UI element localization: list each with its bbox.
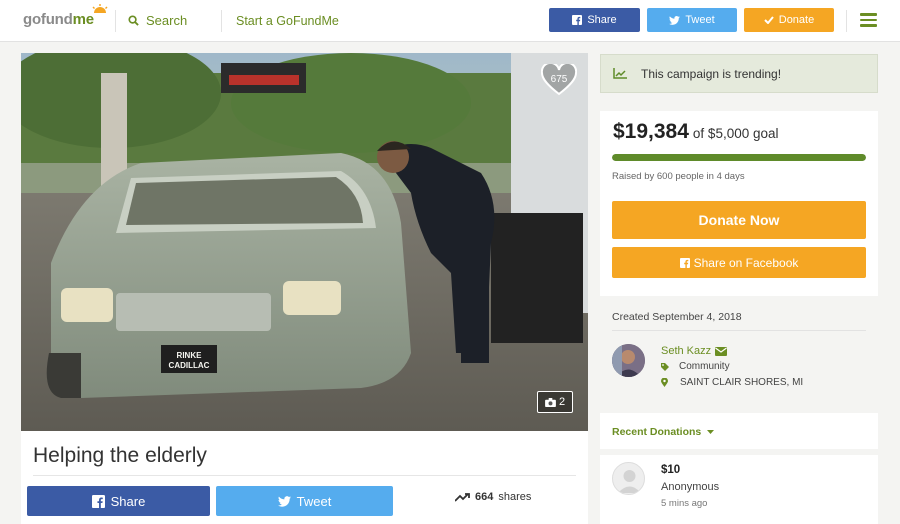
donate-now-button[interactable]: Donate Now [612, 201, 866, 239]
trending-banner: This campaign is trending! [600, 54, 878, 93]
donation-list-item [600, 455, 878, 524]
envelope-icon[interactable] [715, 346, 728, 356]
donor-name: Anonymous [661, 481, 720, 493]
caret-down-icon [707, 430, 715, 434]
divider [612, 330, 866, 331]
heart-count: 675 [550, 74, 568, 85]
share-on-facebook-button[interactable]: Share on Facebook [612, 247, 866, 278]
trending-chart-icon [613, 68, 627, 79]
search-icon [128, 15, 139, 26]
header-tweet-label: Tweet [685, 14, 715, 26]
organizer-name: Seth Kazz [661, 345, 712, 357]
divider [33, 475, 576, 476]
top-navigation-bar: gofundme Search Start a GoFundMe Share T… [0, 0, 900, 42]
header-share-button[interactable]: Share [549, 8, 640, 32]
facebook-icon [679, 257, 690, 268]
share-on-facebook-label: Share on Facebook [693, 255, 799, 270]
header-donate-label: Donate [778, 14, 815, 26]
checkmark-icon [764, 16, 774, 24]
donor-avatar [612, 462, 645, 495]
camera-icon [545, 397, 556, 407]
header-divider [221, 10, 222, 32]
organizer-avatar[interactable] [612, 344, 645, 377]
twitter-icon [669, 15, 681, 25]
location-pin-icon [661, 378, 668, 387]
logo-text-go: gofund [23, 11, 73, 28]
start-gofundme-link[interactable]: Start a GoFundMe [236, 14, 339, 28]
header-tweet-button[interactable]: Tweet [647, 8, 737, 32]
hamburger-menu-icon[interactable] [860, 13, 877, 27]
recent-donations-dropdown[interactable]: Recent Donations [612, 426, 715, 438]
trending-text: This campaign is trending! [641, 66, 782, 81]
shares-number: 664 [475, 491, 494, 503]
organizer-name-link[interactable]: Seth Kazz [661, 345, 728, 357]
avatar-photo [612, 344, 645, 377]
trending-up-icon [455, 492, 470, 502]
header-donate-button[interactable]: Donate [744, 8, 834, 32]
organizer-category-label: Community [679, 361, 730, 372]
search-label: Search [146, 13, 188, 28]
gofundme-logo[interactable]: gofundme [23, 4, 108, 28]
photo-count: 2 [558, 396, 566, 408]
share-button[interactable]: Share [27, 486, 210, 516]
recent-donations-label: Recent Donations [612, 426, 702, 438]
license-plate-line2: CADILLAC [169, 361, 210, 370]
tweet-button[interactable]: Tweet [216, 486, 393, 516]
organizer-location: SAINT CLAIR SHORES, MI [661, 377, 803, 388]
progress-bar [612, 154, 866, 161]
header-share-label: Share [587, 14, 617, 26]
shares-suffix: shares [498, 491, 532, 503]
created-date: Created September 4, 2018 [612, 311, 742, 323]
search-link[interactable]: Search [128, 13, 187, 28]
campaign-photo[interactable]: RINKE CADILLAC [21, 53, 588, 431]
logo-sun-icon [92, 4, 108, 13]
donation-amount: $10 [661, 464, 681, 476]
tag-icon [661, 362, 669, 371]
donation-time: 5 mins ago [661, 498, 708, 509]
license-plate-line1: RINKE [177, 351, 203, 360]
share-label: Share [110, 493, 146, 509]
header-divider [846, 10, 847, 32]
tweet-label: Tweet [296, 493, 332, 509]
shares-count: 664 shares [455, 491, 531, 503]
facebook-icon [91, 494, 105, 508]
twitter-icon [277, 495, 291, 507]
campaign-title: Helping the elderly [33, 444, 207, 467]
organizer-category: Community [661, 361, 730, 372]
progress-fill [612, 154, 866, 161]
raised-amount: $19,384 [613, 120, 689, 143]
photo-gallery-button[interactable]: 2 [537, 391, 573, 413]
raised-by-text: Raised by 600 people in 4 days [612, 171, 745, 182]
raised-summary: $19,384 of $5,000 goal [613, 120, 779, 144]
goal-text: of $5,000 goal [692, 126, 779, 141]
facebook-icon [572, 15, 583, 25]
header-divider [115, 10, 116, 32]
organizer-location-label: SAINT CLAIR SHORES, MI [680, 377, 804, 388]
photo-police-officer-at-car: RINKE CADILLAC [21, 53, 588, 431]
